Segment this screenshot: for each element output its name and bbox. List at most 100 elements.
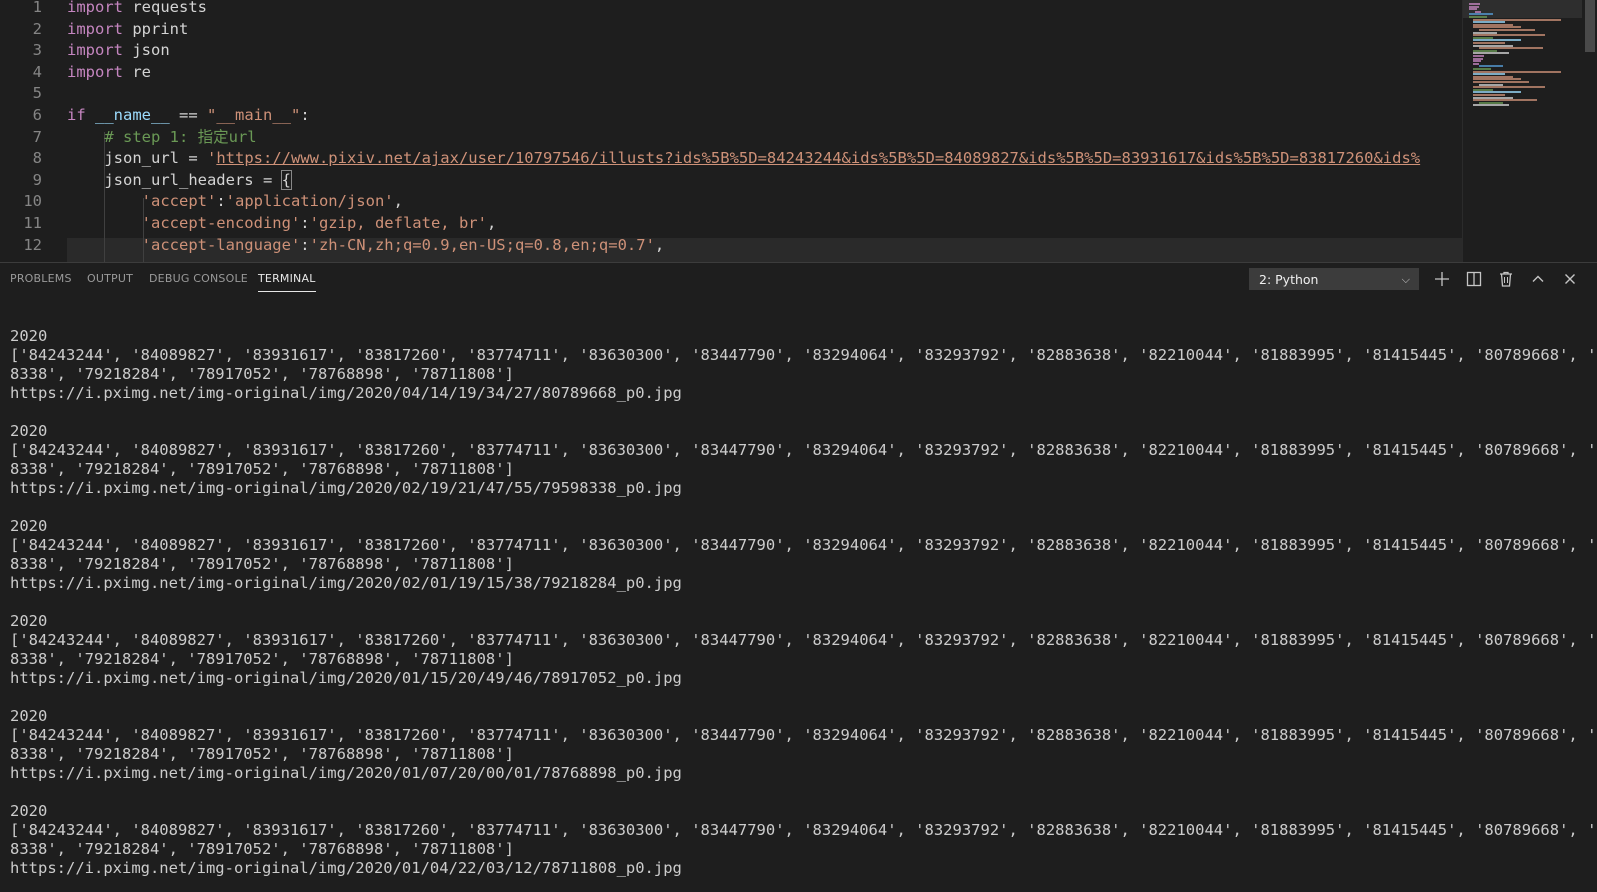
- line-number: 4: [32, 62, 42, 81]
- code-token: "__main__": [207, 106, 301, 124]
- code-token: :: [300, 235, 310, 254]
- terminal-url-line: https://i.pximg.net/img-original/img/202…: [10, 764, 682, 782]
- tab-problems[interactable]: PROBLEMS: [10, 271, 72, 291]
- chevron-down-icon: ⌵: [1401, 273, 1410, 286]
- plus-icon[interactable]: [1432, 269, 1452, 289]
- code-token: ,: [393, 192, 403, 211]
- panel-tabs: PROBLEMS OUTPUT DEBUG CONSOLE TERMINAL 2…: [0, 263, 1597, 295]
- code-token: :: [300, 106, 310, 124]
- terminal-line: 8338', '79218284', '78917052', '78768898…: [10, 555, 514, 573]
- code-token: pprint: [123, 19, 189, 38]
- line-number-gutter: 1 2 3 4 5 6 7 8 9 10 11 12: [0, 0, 52, 262]
- code-token: import: [67, 19, 123, 38]
- terminal-line: ['84243244', '84089827', '83931617', '83…: [10, 821, 1597, 839]
- code-token: =: [253, 170, 282, 189]
- code-token: json: [123, 41, 170, 60]
- code-token: ,: [654, 235, 665, 254]
- terminal-line: ['84243244', '84089827', '83931617', '83…: [10, 726, 1597, 744]
- line-number: 11: [23, 214, 42, 232]
- terminal-line: 2020: [10, 422, 48, 440]
- terminal-line: ['84243244', '84089827', '83931617', '83…: [10, 346, 1597, 364]
- close-icon[interactable]: [1560, 269, 1580, 289]
- terminal-url-line: https://i.pximg.net/img-original/img/202…: [10, 384, 682, 402]
- line-number: 7: [32, 127, 42, 146]
- code-line: 'accept-encoding':'gzip, deflate, br',: [67, 212, 497, 234]
- terminal-line: 2020: [10, 612, 48, 630]
- terminal-line: 2020: [10, 707, 48, 725]
- code-token: 'accept-encoding': [141, 214, 301, 232]
- terminal-block: 2020 ['84243244', '84089827', '83931617',…: [10, 422, 1597, 517]
- code-line: json_url_headers = {: [67, 169, 293, 191]
- line-number: 12: [23, 235, 42, 254]
- line-number: 10: [23, 192, 42, 211]
- tab-terminal[interactable]: TERMINAL: [258, 271, 316, 292]
- minimap[interactable]: [1462, 0, 1583, 262]
- code-token: requests: [123, 0, 207, 16]
- code-line: 'accept':'application/json',: [67, 190, 403, 212]
- code-token: 'gzip, deflate, br': [309, 214, 487, 232]
- terminal-output[interactable]: 2020 ['84243244', '84089827', '83931617',…: [10, 327, 1597, 878]
- terminal-url-line: https://i.pximg.net/img-original/img/202…: [10, 669, 682, 687]
- code-area[interactable]: import requests import pprint import json i…: [67, 0, 1462, 262]
- line-number: 2: [32, 19, 42, 38]
- code-token: {: [280, 169, 293, 190]
- code-editor[interactable]: 1 2 3 4 5 6 7 8 9 10 11 12 import requests import pp…: [0, 0, 1597, 262]
- code-line: json_url = 'https://www.pixiv.net/ajax/u…: [67, 147, 1420, 169]
- terminal-line: 2020: [10, 517, 48, 535]
- terminal-line: ['84243244', '84089827', '83931617', '83…: [10, 631, 1597, 649]
- terminal-line: ['84243244', '84089827', '83931617', '83…: [10, 441, 1597, 459]
- code-line: import requests: [67, 0, 207, 18]
- terminal-url-line: https://i.pximg.net/img-original/img/202…: [10, 479, 682, 497]
- terminal-line: 8338', '79218284', '78917052', '78768898…: [10, 365, 514, 383]
- code-token: https://www.pixiv.net/ajax/user/10797546…: [216, 149, 1421, 168]
- code-line: # step 1: 指定url: [67, 126, 256, 148]
- line-number: 1: [32, 0, 42, 16]
- code-token: re: [123, 62, 151, 81]
- code-token: ': [206, 149, 217, 168]
- line-number: 6: [32, 106, 42, 124]
- code-token: import: [67, 0, 123, 16]
- code-token: __name__: [95, 106, 170, 124]
- terminal-line: 8338', '79218284', '78917052', '78768898…: [10, 460, 514, 478]
- code-line: import re: [67, 61, 151, 83]
- code-line: import json: [67, 39, 170, 61]
- line-number: 3: [32, 41, 42, 60]
- code-token: =: [178, 149, 207, 168]
- terminal-line: 2020: [10, 802, 48, 820]
- trash-icon[interactable]: [1496, 269, 1516, 289]
- terminal-block: 2020 ['84243244', '84089827', '83931617',…: [10, 327, 1597, 422]
- editor-scrollbar-thumb[interactable]: [1585, 0, 1595, 52]
- terminal-select-value: 2: Python: [1259, 272, 1319, 287]
- terminal-line: 8338', '79218284', '78917052', '78768898…: [10, 745, 514, 763]
- code-token: 'accept-language': [141, 235, 301, 254]
- tab-output[interactable]: OUTPUT: [87, 271, 133, 291]
- split-icon[interactable]: [1464, 269, 1484, 289]
- terminal-line: 8338', '79218284', '78917052', '78768898…: [10, 840, 514, 858]
- terminal-select[interactable]: 2: Python ⌵: [1249, 268, 1419, 290]
- code-token: json_url_headers: [104, 170, 254, 189]
- chevron-up-icon[interactable]: [1528, 269, 1548, 289]
- terminal-block: 2020 ['84243244', '84089827', '83931617',…: [10, 802, 1597, 878]
- terminal-block: 2020 ['84243244', '84089827', '83931617',…: [10, 517, 1597, 612]
- terminal-line: 8338', '79218284', '78917052', '78768898…: [10, 650, 514, 668]
- code-token: :: [216, 192, 226, 211]
- tab-debug-console[interactable]: DEBUG CONSOLE: [149, 271, 248, 291]
- line-number: 5: [32, 84, 42, 103]
- terminal-url-line: https://i.pximg.net/img-original/img/202…: [10, 859, 682, 877]
- terminal-block: 2020 ['84243244', '84089827', '83931617',…: [10, 707, 1597, 802]
- bottom-panel: PROBLEMS OUTPUT DEBUG CONSOLE TERMINAL 2…: [0, 262, 1597, 892]
- code-token: json_url: [104, 149, 179, 168]
- editor-scrollbar[interactable]: [1582, 0, 1597, 262]
- terminal-url-line: https://i.pximg.net/img-original/img/202…: [10, 574, 682, 592]
- code-token: ,: [486, 214, 497, 232]
- terminal-line: 2020: [10, 327, 48, 345]
